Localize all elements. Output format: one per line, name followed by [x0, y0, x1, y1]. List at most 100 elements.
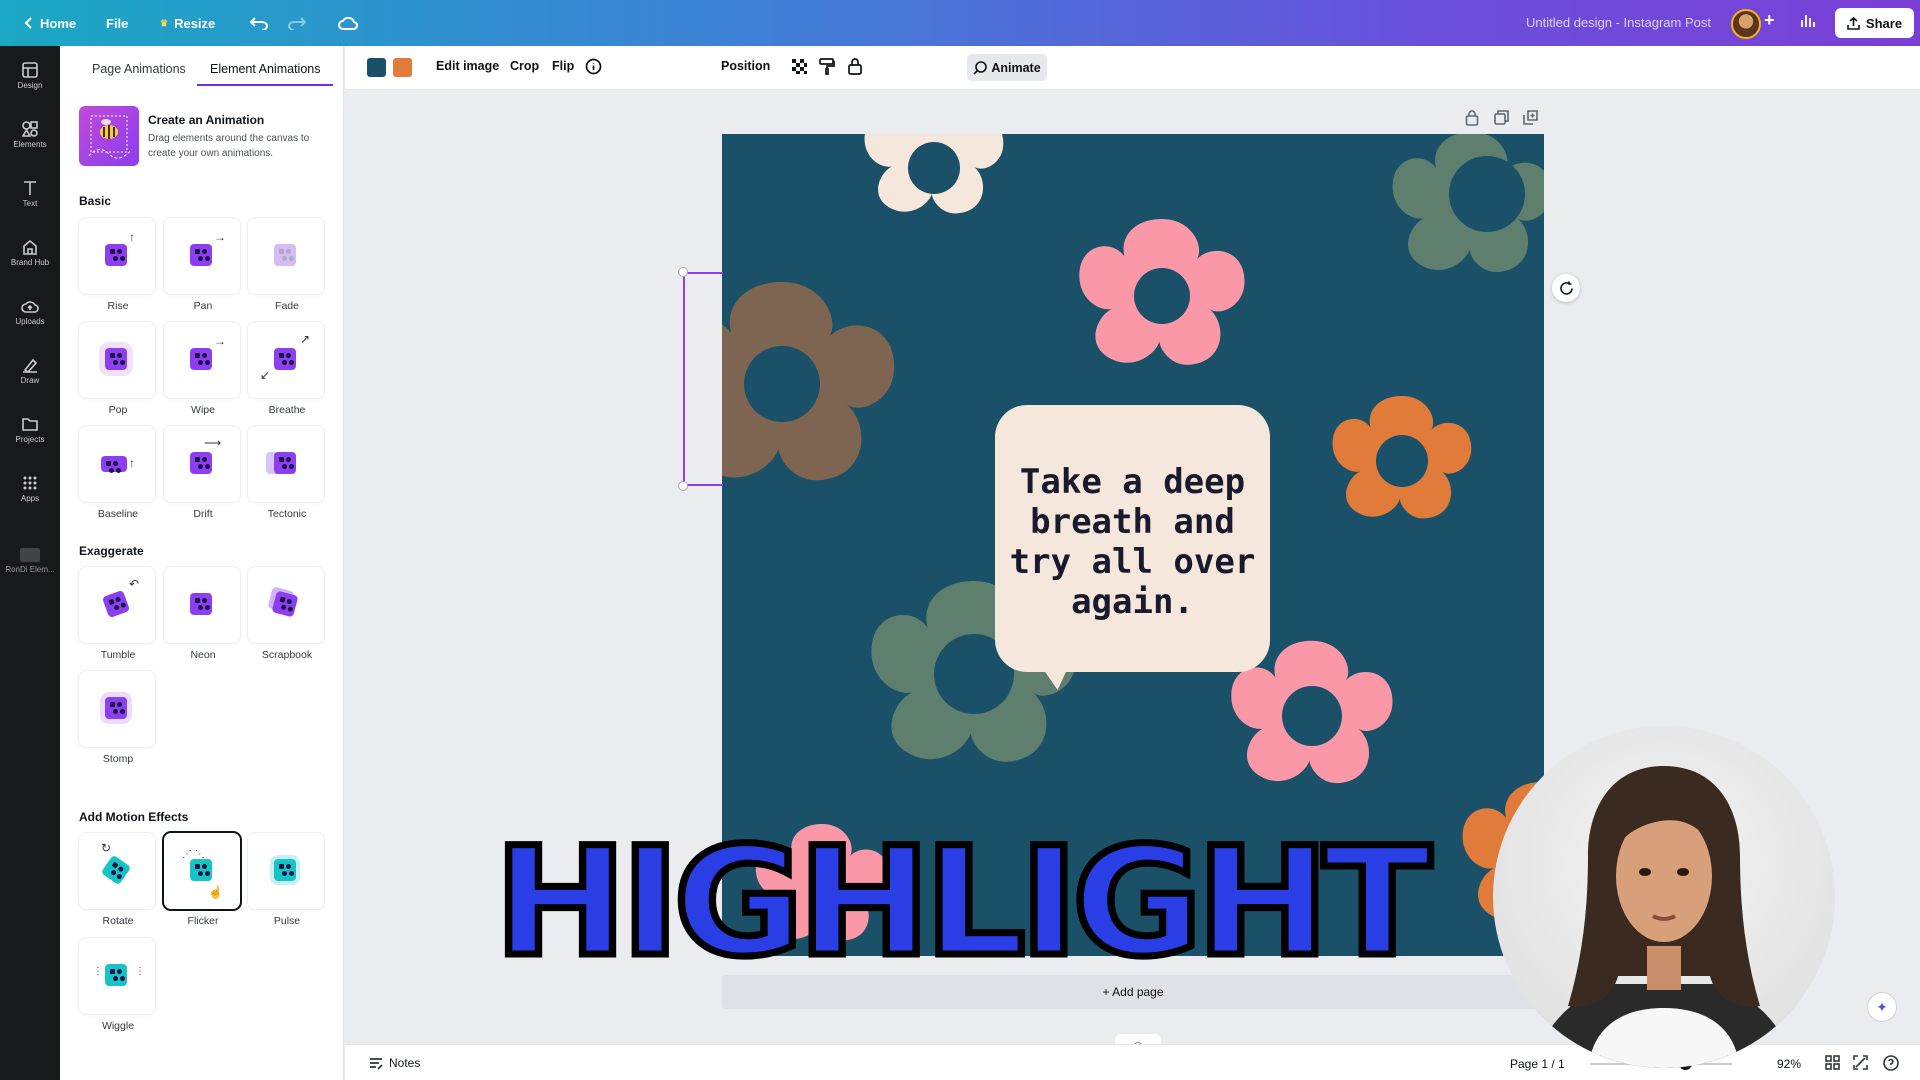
create-animation-card[interactable]: Create an Animation Drag elements around… — [79, 106, 329, 166]
rail-item-brand-hub[interactable]: Brand Hub — [0, 239, 60, 267]
anim-pulse[interactable]: Pulse — [248, 833, 326, 933]
color-swatch-orange[interactable] — [393, 58, 412, 77]
page-indicator[interactable]: Page 1 / 1 — [1510, 1057, 1565, 1071]
highlight-overlay-text: HIGHLIGHT — [490, 816, 1435, 990]
stomp-icon — [105, 697, 127, 719]
notes-button[interactable]: Notes — [369, 1056, 420, 1070]
anim-tumble[interactable]: ↶ Tumble — [79, 567, 157, 667]
crop-button[interactable]: Crop — [510, 59, 539, 73]
insights-icon[interactable] — [1800, 12, 1816, 31]
section-basic: Basic — [79, 194, 112, 208]
anim-drift[interactable]: ⟶ Drift — [164, 426, 242, 526]
anim-pan[interactable]: → Pan — [164, 218, 242, 318]
cloud-save-button[interactable] — [328, 7, 368, 39]
lock-page-icon[interactable] — [1465, 110, 1479, 131]
rail-item-design[interactable]: Design — [0, 62, 60, 90]
file-menu-button[interactable]: File — [96, 7, 138, 39]
help-icon[interactable] — [1883, 1055, 1899, 1076]
anim-rotate[interactable]: ↻ Rotate — [79, 833, 157, 933]
anim-flicker[interactable]: ⋰ ⋱ ☝ Flicker — [164, 833, 242, 933]
info-icon[interactable] — [585, 58, 602, 80]
presenter-silhouette — [1533, 766, 1795, 1068]
refresh-button[interactable] — [1552, 274, 1580, 302]
add-page-icon[interactable] — [1523, 110, 1538, 130]
rail-item-rondi[interactable]: RonDi Elem... — [0, 548, 60, 574]
rail-item-apps[interactable]: Apps — [0, 475, 60, 503]
user-avatar[interactable] — [1731, 9, 1761, 39]
paint-roller-icon[interactable] — [819, 58, 835, 80]
zoom-percentage[interactable]: 92% — [1777, 1057, 1801, 1071]
text-icon — [24, 181, 36, 195]
layout-icon — [22, 62, 38, 78]
arrow-right-icon: ⟶ — [204, 436, 222, 450]
anim-label: Flicker — [187, 915, 219, 927]
flicker-icon — [190, 859, 212, 881]
resize-button[interactable]: ♛ Resize — [150, 7, 225, 39]
context-toolbar: Edit image Crop Flip Animate Position — [345, 46, 1920, 90]
anim-wipe[interactable]: → Wipe — [164, 322, 242, 422]
redo-button[interactable] — [278, 7, 316, 39]
grid-view-icon[interactable] — [1825, 1055, 1840, 1075]
create-animation-title: Create an Animation — [148, 113, 265, 127]
edit-image-button[interactable]: Edit image — [436, 59, 499, 73]
anim-label: Pan — [193, 300, 213, 312]
animate-label: Animate — [991, 60, 1041, 75]
bee-illustration-icon — [88, 115, 132, 159]
design-title[interactable]: Untitled design - Instagram Post — [1526, 15, 1711, 30]
undo-button[interactable] — [240, 7, 278, 39]
selection-frame[interactable] — [683, 272, 723, 486]
invite-plus-icon[interactable]: + — [1764, 10, 1775, 31]
redo-icon — [288, 17, 306, 30]
anim-label: Rise — [107, 300, 129, 312]
anim-rise[interactable]: ↑ Rise — [79, 218, 157, 318]
anim-pop[interactable]: Pop — [79, 322, 157, 422]
pan-icon — [190, 244, 212, 266]
flip-button[interactable]: Flip — [552, 59, 574, 73]
wipe-icon — [190, 348, 212, 370]
wiggle-lines-icon: ⋮ — [93, 966, 103, 977]
neon-icon — [190, 593, 212, 615]
add-page-button[interactable]: + Add page — [722, 975, 1544, 1009]
rail-item-uploads[interactable]: Uploads — [0, 298, 60, 326]
baseline-icon — [101, 456, 127, 472]
share-button[interactable]: Share — [1835, 8, 1914, 38]
folder-icon — [22, 418, 38, 431]
rail-label: Brand Hub — [10, 258, 50, 267]
quote-text[interactable]: Take a deep breath and try all over agai… — [1005, 462, 1260, 622]
magic-assistant-button[interactable]: ✦ — [1867, 992, 1897, 1022]
anim-breathe[interactable]: ↗ ↙ Breathe — [248, 322, 326, 422]
upload-icon — [1847, 16, 1860, 30]
anim-tectonic[interactable]: Tectonic — [248, 426, 326, 526]
flower-pink-top — [1079, 219, 1245, 365]
resize-handle[interactable] — [678, 267, 688, 277]
drift-icon — [190, 452, 212, 474]
transparency-icon[interactable] — [791, 58, 808, 80]
anim-wiggle[interactable]: ⋮ ⋮ Wiggle — [79, 938, 157, 1038]
anim-stomp[interactable]: Stomp — [79, 671, 157, 771]
rail-item-draw[interactable]: Draw — [0, 357, 60, 385]
position-button[interactable]: Position — [721, 59, 770, 73]
duplicate-page-icon[interactable] — [1494, 110, 1509, 130]
anim-neon[interactable]: Neon — [164, 567, 242, 667]
file-label: File — [106, 15, 129, 31]
anim-fade[interactable]: Fade — [248, 218, 326, 318]
home-button[interactable]: Home — [14, 7, 86, 39]
tab-element-animations[interactable]: Element Animations — [210, 62, 320, 76]
lock-icon[interactable] — [848, 58, 862, 80]
anim-scrapbook[interactable]: Scrapbook — [248, 567, 326, 667]
home-label: Home — [40, 15, 77, 31]
rail-item-text[interactable]: Text — [0, 180, 60, 208]
tab-page-animations[interactable]: Page Animations — [92, 62, 186, 76]
color-swatch-teal[interactable] — [367, 58, 386, 77]
fullscreen-icon[interactable] — [1853, 1055, 1868, 1075]
resize-handle[interactable] — [678, 481, 688, 491]
shapes-icon — [22, 121, 38, 137]
anim-baseline[interactable]: ↑ Baseline — [79, 426, 157, 526]
animate-button[interactable]: Animate — [967, 54, 1047, 81]
rail-item-elements[interactable]: Elements — [0, 121, 60, 149]
animate-icon — [973, 60, 988, 75]
rail-item-projects[interactable]: Projects — [0, 416, 60, 444]
anim-label: Pulse — [273, 915, 301, 927]
arrow-right-icon: → — [214, 230, 226, 244]
active-tab-indicator — [197, 84, 333, 86]
